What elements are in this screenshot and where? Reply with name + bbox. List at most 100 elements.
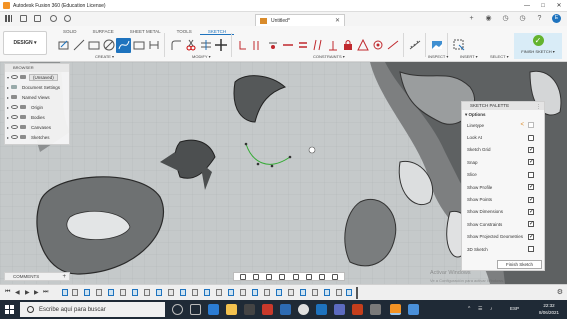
- browser-root[interactable]: ▾ (Unsaved): [5, 72, 69, 82]
- eye-icon[interactable]: [11, 105, 18, 109]
- timeline-feature[interactable]: [264, 289, 270, 296]
- timeline-feature[interactable]: [84, 289, 90, 296]
- save-icon[interactable]: [34, 15, 41, 22]
- add-comment-icon[interactable]: +: [62, 273, 66, 281]
- show-profile-checkbox[interactable]: [528, 183, 534, 191]
- panel-options-icon[interactable]: ⋮: [536, 103, 541, 111]
- eye-icon[interactable]: [11, 125, 18, 129]
- timeline-feature[interactable]: [62, 289, 68, 296]
- notifications-icon[interactable]: ◷: [501, 14, 510, 23]
- insert-canvas-icon[interactable]: [429, 38, 444, 53]
- browser-item-named-views[interactable]: ▸ Named Views: [5, 92, 69, 102]
- minimize-button[interactable]: —: [519, 0, 535, 12]
- timeline-feature[interactable]: [168, 289, 174, 296]
- show-constraints-checkbox[interactable]: [528, 220, 534, 228]
- timeline-feature[interactable]: [300, 289, 306, 296]
- language-indicator[interactable]: ESP: [510, 306, 519, 311]
- go-to-end-icon[interactable]: ⏭: [43, 289, 48, 296]
- timeline-feature[interactable]: [96, 289, 102, 296]
- comments-panel[interactable]: COMMENTS +: [4, 272, 70, 281]
- file-icon[interactable]: [20, 15, 27, 22]
- concentric-icon[interactable]: [265, 38, 280, 53]
- undo-icon[interactable]: [50, 15, 57, 22]
- network-icon[interactable]: ☰: [478, 306, 482, 312]
- viewports-icon[interactable]: [332, 273, 339, 280]
- look-at-icon[interactable]: [528, 134, 534, 141]
- browser-item-document-settings[interactable]: ▸ Document Settings: [5, 82, 69, 92]
- equal-icon[interactable]: [295, 38, 310, 53]
- zoom-icon[interactable]: [279, 273, 286, 280]
- teams-icon[interactable]: [334, 304, 345, 315]
- tab-sketch[interactable]: SKETCH: [199, 28, 235, 35]
- fusion-taskbar-icon[interactable]: [390, 304, 401, 315]
- select-group-label[interactable]: SELECT ▾: [490, 54, 509, 59]
- mail-icon[interactable]: [280, 304, 291, 315]
- modify-group-label[interactable]: MODIFY ▾: [192, 54, 211, 59]
- timeline-feature[interactable]: [204, 289, 210, 296]
- timeline-feature[interactable]: [336, 289, 342, 296]
- collinear-icon[interactable]: [250, 38, 265, 53]
- show-points-checkbox[interactable]: [528, 196, 534, 204]
- construction-line-icon[interactable]: <: [520, 122, 524, 128]
- data-panel-icon[interactable]: [5, 15, 12, 22]
- show-dimensions-checkbox[interactable]: [528, 208, 534, 216]
- options-section[interactable]: ▾ Options: [462, 110, 544, 119]
- look-at-nav-icon[interactable]: [252, 273, 259, 280]
- triangle-icon[interactable]: [355, 38, 370, 53]
- perpendicular-icon[interactable]: [325, 38, 340, 53]
- new-tab-icon[interactable]: +: [467, 14, 476, 23]
- pan-icon[interactable]: [266, 273, 273, 280]
- file-explorer-icon[interactable]: [226, 304, 237, 315]
- constraints-group-label[interactable]: CONSTRAINTS ▾: [313, 54, 345, 59]
- select-icon[interactable]: [451, 38, 466, 53]
- timeline-feature[interactable]: [252, 289, 258, 296]
- clock[interactable]: 22:32 8/06/2021: [539, 302, 559, 316]
- chrome-icon[interactable]: [298, 304, 309, 315]
- edge-icon[interactable]: [208, 304, 219, 315]
- rectangle-icon[interactable]: [86, 38, 101, 53]
- tray-chevron-icon[interactable]: ^: [468, 306, 470, 312]
- finish-sketch-button[interactable]: ✓ FINISH SKETCH ▾: [514, 33, 562, 59]
- timeline-feature[interactable]: [144, 289, 150, 296]
- fix-lock-icon[interactable]: [340, 38, 355, 53]
- maximize-button[interactable]: □: [535, 0, 551, 12]
- volume-icon[interactable]: ♪: [490, 306, 493, 312]
- browser-item-canvases[interactable]: ▸ Canvases: [5, 122, 69, 132]
- eye-icon[interactable]: [11, 135, 18, 139]
- task-view-icon[interactable]: [190, 304, 201, 315]
- spline-icon[interactable]: [116, 37, 131, 53]
- timeline-feature[interactable]: [180, 289, 186, 296]
- tab-sheet-metal[interactable]: SHEET METAL: [122, 28, 169, 35]
- offset-icon[interactable]: [198, 38, 213, 53]
- move-icon[interactable]: [213, 38, 228, 53]
- fillet-icon[interactable]: [168, 38, 183, 53]
- timeline-feature[interactable]: [324, 289, 330, 296]
- timeline-feature[interactable]: [120, 289, 126, 296]
- browser-item-sketches[interactable]: ▸ Sketches: [5, 132, 69, 142]
- browser-item-origin[interactable]: ▸ Origin: [5, 102, 69, 112]
- midpoint-icon[interactable]: [280, 38, 295, 53]
- timeline-feature[interactable]: [312, 289, 318, 296]
- grid-settings-icon[interactable]: [319, 273, 326, 280]
- timeline-feature[interactable]: [346, 289, 352, 296]
- finish-sketch-palette-button[interactable]: Finish Sketch: [497, 260, 542, 269]
- step-back-icon[interactable]: ◀: [15, 289, 20, 296]
- word-icon[interactable]: [316, 304, 327, 315]
- orbit-icon[interactable]: [239, 273, 246, 280]
- show-projected-geometries-checkbox[interactable]: [528, 233, 534, 241]
- app-icon[interactable]: [262, 304, 273, 315]
- taskbar-search-input[interactable]: Escribe aquí para buscar: [20, 302, 165, 317]
- coincident-icon[interactable]: [235, 38, 250, 53]
- powerpoint-icon[interactable]: [352, 304, 363, 315]
- close-window-button[interactable]: ✕: [551, 0, 567, 12]
- timeline-feature[interactable]: [72, 289, 78, 296]
- job-status-icon[interactable]: ◷: [518, 14, 527, 23]
- display-settings-icon[interactable]: [305, 273, 312, 280]
- timeline-marker[interactable]: [356, 287, 358, 299]
- rectangle-3point-icon[interactable]: [131, 38, 146, 53]
- timeline-feature[interactable]: [240, 289, 246, 296]
- store-icon[interactable]: [244, 304, 255, 315]
- browser-item-bodies[interactable]: ▸ Bodies: [5, 112, 69, 122]
- measure-icon[interactable]: [407, 38, 422, 53]
- tab-close-icon[interactable]: ✕: [335, 17, 340, 24]
